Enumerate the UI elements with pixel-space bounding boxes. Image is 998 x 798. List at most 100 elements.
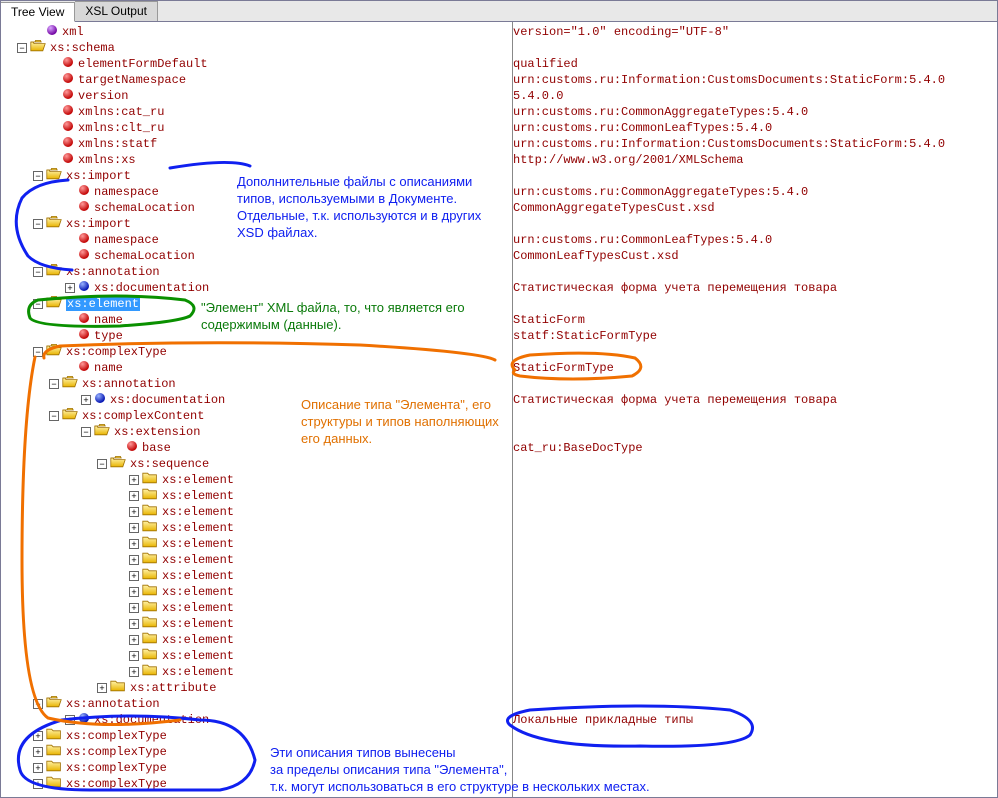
tree-node-label[interactable]: xs:sequence bbox=[130, 457, 209, 471]
tree-node-label[interactable]: xmlns:statf bbox=[78, 137, 157, 151]
tree-node-label[interactable]: xs:import bbox=[66, 169, 131, 183]
tree-toggle[interactable]: + bbox=[129, 555, 139, 565]
tree-toggle[interactable]: + bbox=[129, 475, 139, 485]
tree-toggle[interactable]: + bbox=[129, 539, 139, 549]
tree-node-label[interactable]: xs:annotation bbox=[82, 377, 176, 391]
tree-row[interactable]: elementFormDefault bbox=[1, 56, 512, 72]
tree-row[interactable]: + xs:complexType bbox=[1, 744, 512, 760]
tree-node-label[interactable]: xs:element bbox=[66, 297, 140, 311]
tree-node-label[interactable]: schemaLocation bbox=[94, 201, 195, 215]
tree-toggle[interactable]: + bbox=[33, 763, 43, 773]
tree-node-label[interactable]: xs:element bbox=[162, 537, 234, 551]
tree-row[interactable]: − xs:import bbox=[1, 168, 512, 184]
tree-row[interactable]: + xs:documentation bbox=[1, 712, 512, 728]
tree-node-label[interactable]: xs:element bbox=[162, 473, 234, 487]
tree-node-label[interactable]: xs:complexType bbox=[66, 745, 167, 759]
tree-toggle[interactable]: − bbox=[33, 171, 43, 181]
tab-xsl-output[interactable]: XSL Output bbox=[75, 1, 158, 21]
tree-toggle[interactable]: + bbox=[65, 283, 75, 293]
tree-row[interactable]: +xs:attribute bbox=[1, 680, 512, 696]
tree-row[interactable]: schemaLocation bbox=[1, 200, 512, 216]
tree-node-label[interactable]: elementFormDefault bbox=[78, 57, 208, 71]
tree-node-label[interactable]: xs:element bbox=[162, 569, 234, 583]
tree-node-label[interactable]: xs:complexType bbox=[66, 345, 167, 359]
tree-row[interactable]: − xs:annotation bbox=[1, 264, 512, 280]
tree-row[interactable]: − xs:annotation bbox=[1, 696, 512, 712]
tree-node-label[interactable]: xs:documentation bbox=[94, 713, 209, 727]
tree-row[interactable]: namespace bbox=[1, 184, 512, 200]
tree-row[interactable]: + xs:element bbox=[1, 664, 512, 680]
tree-row[interactable]: + xs:element bbox=[1, 536, 512, 552]
tree-node-label[interactable]: version bbox=[78, 89, 128, 103]
tree-node-label[interactable]: xs:annotation bbox=[66, 697, 160, 711]
tree-toggle[interactable]: + bbox=[65, 715, 75, 725]
tree-toggle[interactable]: − bbox=[33, 299, 43, 309]
tree-toggle[interactable]: − bbox=[49, 411, 59, 421]
tree-toggle[interactable]: + bbox=[81, 395, 91, 405]
tree-node-label[interactable]: xs:element bbox=[162, 601, 234, 615]
tree-row[interactable]: −xs:import bbox=[1, 216, 512, 232]
tree-row[interactable]: +xs:element bbox=[1, 488, 512, 504]
tree-toggle[interactable]: − bbox=[97, 459, 107, 469]
tree-node-label[interactable]: xs:element bbox=[162, 521, 234, 535]
tree-row[interactable]: xmlns:xs bbox=[1, 152, 512, 168]
tree-row[interactable]: + xs:element bbox=[1, 520, 512, 536]
tree-row[interactable]: +xs:complexType bbox=[1, 776, 512, 792]
tree-row[interactable]: + xs:element bbox=[1, 568, 512, 584]
tree-toggle[interactable]: + bbox=[129, 635, 139, 645]
tree-node-label[interactable]: xs:complexType bbox=[66, 761, 167, 775]
tree-row[interactable]: − xs:element bbox=[1, 296, 512, 312]
tree-node-label[interactable]: xmlns:xs bbox=[78, 153, 136, 167]
tree-toggle[interactable]: + bbox=[33, 747, 43, 757]
tree-node-label[interactable]: xs:attribute bbox=[130, 681, 216, 695]
tree-toggle[interactable]: − bbox=[17, 43, 27, 53]
tree-row[interactable]: − xs:annotation bbox=[1, 376, 512, 392]
tree-row[interactable]: type bbox=[1, 328, 512, 344]
tree-node-label[interactable]: xs:element bbox=[162, 665, 234, 679]
tree-toggle[interactable]: + bbox=[33, 731, 43, 741]
tree-row[interactable]: xmlns:clt_ru bbox=[1, 120, 512, 136]
tree-node-label[interactable]: namespace bbox=[94, 233, 159, 247]
tree-row[interactable]: + xs:complexType bbox=[1, 728, 512, 744]
tree-toggle[interactable]: + bbox=[129, 571, 139, 581]
tree-node-label[interactable]: name bbox=[94, 361, 123, 375]
tab-tree-view[interactable]: Tree View bbox=[1, 2, 75, 22]
tree-toggle[interactable]: − bbox=[33, 267, 43, 277]
tree-row[interactable]: namespace bbox=[1, 232, 512, 248]
tree-row[interactable]: name bbox=[1, 360, 512, 376]
tree-toggle[interactable]: + bbox=[129, 619, 139, 629]
tree-row[interactable]: + xs:documentation bbox=[1, 280, 512, 296]
tree-row[interactable]: xml bbox=[1, 24, 512, 40]
tree-row[interactable]: −xs:complexContent bbox=[1, 408, 512, 424]
tree-toggle[interactable]: + bbox=[129, 603, 139, 613]
tree-row[interactable]: version bbox=[1, 88, 512, 104]
tree-node-label[interactable]: xs:complexType bbox=[66, 777, 167, 791]
tree-row[interactable]: xmlns:cat_ru bbox=[1, 104, 512, 120]
tree-node-label[interactable]: xs:element bbox=[162, 489, 234, 503]
tree-node-label[interactable]: xs:extension bbox=[114, 425, 200, 439]
tree-row[interactable]: −xs:extension bbox=[1, 424, 512, 440]
tree-node-label[interactable]: xs:documentation bbox=[94, 281, 209, 295]
tree-node-label[interactable]: xs:element bbox=[162, 553, 234, 567]
tree-toggle[interactable]: + bbox=[129, 667, 139, 677]
tree-node-label[interactable]: xs:documentation bbox=[110, 393, 225, 407]
tree-node-label[interactable]: xs:element bbox=[162, 505, 234, 519]
tree-node-label[interactable]: xs:annotation bbox=[66, 265, 160, 279]
tree-node-label[interactable]: xs:complexType bbox=[66, 729, 167, 743]
tree-row[interactable]: schemaLocation bbox=[1, 248, 512, 264]
tree-row[interactable]: + xs:element bbox=[1, 472, 512, 488]
tree-node-label[interactable]: xml bbox=[62, 25, 84, 39]
tree-toggle[interactable]: − bbox=[49, 379, 59, 389]
tree-node-label[interactable]: xs:element bbox=[162, 633, 234, 647]
tree-node-label[interactable]: base bbox=[142, 441, 171, 455]
tree-node-label[interactable]: schemaLocation bbox=[94, 249, 195, 263]
tree-row[interactable]: + xs:element bbox=[1, 632, 512, 648]
tree-row[interactable]: + xs:element bbox=[1, 552, 512, 568]
tree-row[interactable]: − xs:schema bbox=[1, 40, 512, 56]
tree-node-label[interactable]: xs:schema bbox=[50, 41, 115, 55]
tree-node-label[interactable]: xmlns:clt_ru bbox=[78, 121, 164, 135]
tree-toggle[interactable]: − bbox=[33, 699, 43, 709]
tree-toggle[interactable]: + bbox=[129, 587, 139, 597]
tree-toggle[interactable]: + bbox=[129, 523, 139, 533]
tree-node-label[interactable]: xs:element bbox=[162, 649, 234, 663]
